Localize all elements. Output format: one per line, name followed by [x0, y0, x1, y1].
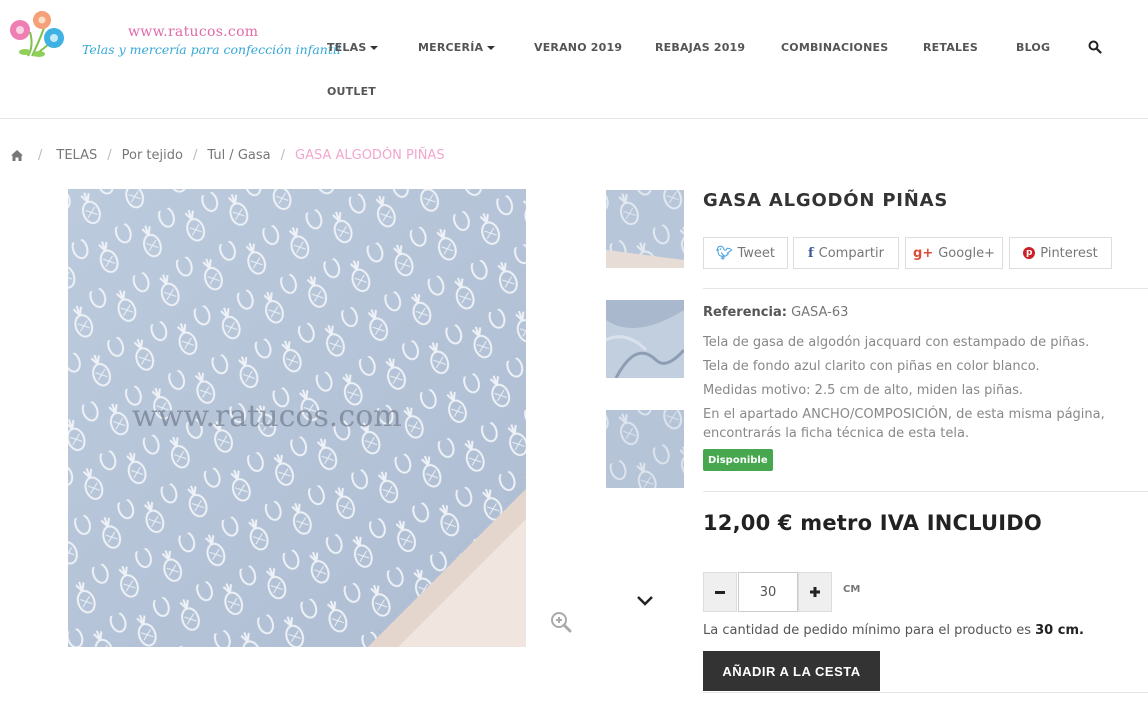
minus-icon	[715, 591, 725, 594]
image-watermark: www.ratucos.com	[132, 399, 402, 434]
breadcrumb-separator: /	[38, 147, 43, 163]
thumbnail-image	[606, 190, 684, 268]
search-icon[interactable]	[1088, 40, 1102, 54]
quantity-decrease-button[interactable]	[703, 572, 737, 612]
quantity-increase-button[interactable]	[798, 572, 832, 612]
caret-down-icon	[487, 46, 496, 50]
nav-item-blog[interactable]: BLOG	[1016, 41, 1050, 54]
product-main-image[interactable]: www.ratucos.com	[68, 189, 526, 647]
product-price: 12,00 € metro IVA INCLUIDO	[703, 511, 1042, 535]
quantity-unit: CM	[843, 584, 861, 595]
plus-icon	[810, 587, 820, 597]
minimum-order-text: La cantidad de pedido mínimo para el pro…	[703, 623, 1031, 638]
nav-item-outlet[interactable]: OUTLET	[327, 85, 376, 98]
description-line: Medidas motivo: 2.5 cm de alto, miden la…	[703, 383, 1024, 398]
nav-item-label: TELAS	[327, 41, 367, 54]
quantity-input[interactable]	[738, 572, 798, 612]
add-to-cart-button[interactable]: AÑADIR A LA CESTA	[703, 651, 880, 691]
tweet-button[interactable]: 🐦︎ Tweet	[703, 237, 788, 269]
nav-item-merceria[interactable]: MERCERÍA	[418, 41, 496, 54]
share-label: Google+	[938, 245, 995, 261]
nav-item-telas[interactable]: TELAS	[327, 41, 379, 54]
breadcrumb: / TELAS / Por tejido / Tul / Gasa / GASA…	[10, 146, 445, 164]
google-plus-share-button[interactable]: g+ Google+	[905, 237, 1003, 269]
divider	[703, 692, 1148, 693]
breadcrumb-por-tejido[interactable]: Por tejido	[122, 148, 183, 163]
fabric-photo: www.ratucos.com	[68, 189, 526, 647]
breadcrumb-current: GASA ALGODÓN PIÑAS	[295, 147, 445, 163]
breadcrumb-tul-gasa[interactable]: Tul / Gasa	[207, 148, 270, 163]
product-title: GASA ALGODÓN PIÑAS	[703, 190, 949, 211]
thumbnail-image	[606, 300, 684, 378]
breadcrumb-telas[interactable]: TELAS	[56, 148, 97, 163]
nav-item-verano-2019[interactable]: VERANO 2019	[534, 41, 622, 54]
thumbnail-image	[606, 410, 684, 488]
google-plus-icon: g+	[913, 245, 934, 261]
reference-value: GASA-63	[791, 305, 849, 320]
flowers-logo-icon	[10, 11, 64, 57]
logo-url: www.ratucos.com	[128, 24, 259, 40]
divider	[703, 491, 1148, 492]
pinterest-icon: p	[1023, 247, 1036, 259]
breadcrumb-separator: /	[280, 147, 285, 163]
product-reference: Referencia: GASA-63	[703, 305, 848, 320]
nav-item-retales[interactable]: RETALES	[923, 41, 978, 54]
home-icon[interactable]	[10, 149, 24, 162]
minimum-order-note: La cantidad de pedido mínimo para el pro…	[703, 623, 1084, 638]
twitter-icon: 🐦︎	[715, 245, 733, 261]
share-label: Tweet	[737, 245, 776, 261]
share-label: Compartir	[818, 245, 884, 261]
product-thumbnail-3[interactable]	[606, 410, 684, 488]
site-header: www.ratucos.com Telas y mercería para co…	[0, 0, 1148, 119]
minimum-order-value: 30 cm.	[1035, 623, 1084, 638]
divider	[703, 288, 1148, 289]
description-line: En el apartado ANCHO/COMPOSICIÓN, de est…	[703, 407, 1105, 422]
description-line: Tela de gasa de algodón jacquard con est…	[703, 335, 1090, 350]
breadcrumb-separator: /	[192, 147, 198, 163]
product-thumbnail-1[interactable]	[606, 190, 684, 268]
facebook-icon: f	[808, 245, 814, 261]
chevron-down-icon[interactable]	[636, 594, 654, 608]
facebook-share-button[interactable]: f Compartir	[793, 237, 899, 269]
description-line: encontrarás la ficha técnica de esta tel…	[703, 426, 970, 441]
logo-tagline: Telas y mercería para confección infanti…	[82, 42, 341, 57]
description-line: Tela de fondo azul clarito con piñas en …	[703, 359, 1040, 374]
nav-item-rebajas-2019[interactable]: REBAJAS 2019	[655, 41, 745, 54]
zoom-in-icon[interactable]	[550, 611, 572, 633]
breadcrumb-separator: /	[107, 147, 112, 163]
nav-item-label: MERCERÍA	[418, 41, 484, 54]
share-label: Pinterest	[1040, 245, 1098, 261]
nav-item-combinaciones[interactable]: COMBINACIONES	[781, 41, 888, 54]
site-logo[interactable]: www.ratucos.com Telas y mercería para co…	[8, 8, 341, 64]
caret-down-icon	[370, 46, 379, 50]
reference-label: Referencia:	[703, 305, 787, 320]
availability-badge: Disponible	[703, 449, 773, 471]
product-thumbnail-2[interactable]	[606, 300, 684, 378]
pinterest-share-button[interactable]: p Pinterest	[1009, 237, 1112, 269]
